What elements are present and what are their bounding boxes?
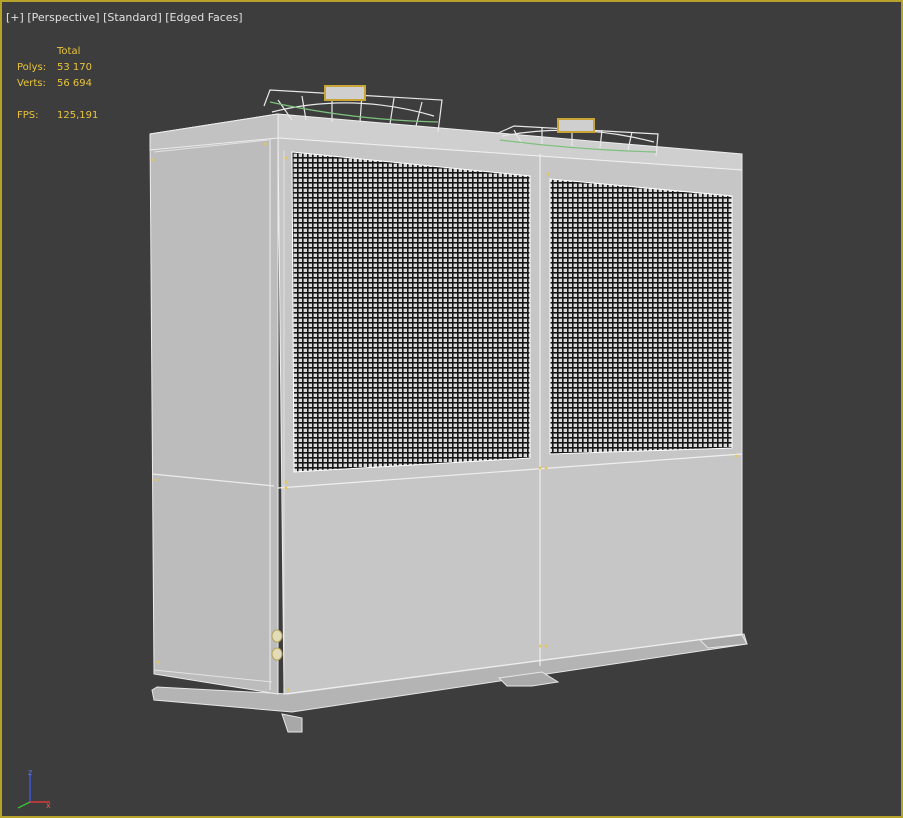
axis-gizmo: z x: [17, 768, 51, 810]
fan-grille-left: [291, 151, 531, 473]
gizmo-x-label: x: [46, 801, 51, 810]
perspective-viewport[interactable]: [+] [Perspective] [Standard] [Edged Face…: [0, 0, 903, 818]
fan-grille-right: [549, 178, 733, 455]
gizmo-z-label: z: [28, 768, 32, 777]
chiller-unit-3d-model[interactable]: [2, 2, 903, 818]
side-panel: [149, 113, 279, 695]
